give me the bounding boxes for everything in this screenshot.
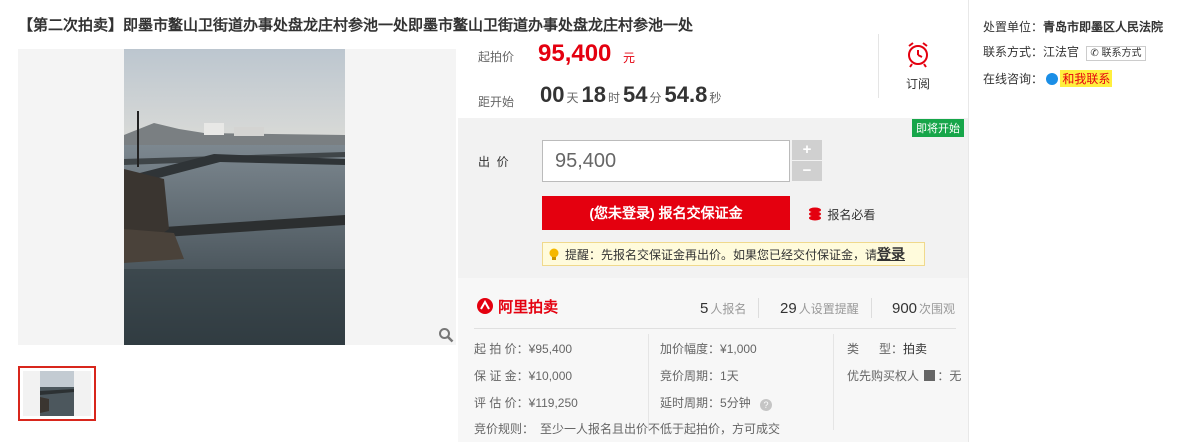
zoom-icon[interactable] <box>438 327 454 343</box>
price-panel: 起拍价 95,400 元 距开始 00 天 18 时 54 分 54.8 秒 订阅 <box>458 30 968 118</box>
coins-icon <box>808 207 827 222</box>
countdown-minutes: 54 <box>623 82 648 107</box>
start-price-label: 起拍价 <box>478 50 515 64</box>
login-tip: 提醒：先报名交保证金再出价。如果您已经交付保证金，请登录 <box>542 242 925 266</box>
alarm-clock-icon <box>905 42 931 71</box>
sidebar-label: 联系方式： <box>983 45 1044 59</box>
detail-label: 竞价规则： <box>474 422 535 436</box>
ali-auction-label: 阿里拍卖 <box>498 299 559 316</box>
chat-link[interactable]: 和我联系 <box>1060 70 1113 87</box>
priority-detail: 优先购买权人 ：无 <box>847 369 962 383</box>
delay-detail: 延时周期：5分钟 ? <box>660 394 773 411</box>
cycle-detail: 竞价周期：1天 <box>660 367 739 384</box>
detail-label: 评 估 价： <box>474 396 529 410</box>
court-name: 青岛市即墨区人民法院 <box>1043 20 1164 34</box>
must-read-label: 报名必看 <box>827 208 876 222</box>
start-price-detail: 起 拍 价：¥95,400 <box>474 340 572 357</box>
seller-sidebar: 处置单位：青岛市即墨区人民法院 联系方式：江法官 ✆ 联系方式 在线咨询： 和我… <box>968 0 1190 442</box>
views-label: 次围观 <box>919 302 956 316</box>
phone-icon: ✆ <box>1090 48 1099 59</box>
detail-label: 起 拍 价： <box>474 342 529 356</box>
divider <box>833 334 834 430</box>
lightbulb-icon <box>548 247 560 269</box>
countdown-label: 距开始 <box>478 95 515 109</box>
appraisal-detail: 评 估 价：¥119,250 <box>474 394 578 411</box>
detail-value: 1天 <box>720 369 739 383</box>
start-price-value: 95,400 <box>538 40 612 67</box>
detail-label: 保 证 金： <box>474 369 529 383</box>
chat-icon <box>1046 73 1059 85</box>
bid-label: 出 价 <box>478 155 509 169</box>
detail-value: 5分钟 <box>720 396 751 410</box>
contact-name: 江法官 <box>1043 45 1080 59</box>
main-photo <box>124 49 345 345</box>
help-icon[interactable]: ? <box>760 399 773 411</box>
detail-label: 类 型： <box>847 342 904 356</box>
reminders-label: 人设置提醒 <box>798 302 859 316</box>
contact-button[interactable]: ✆ 联系方式 <box>1086 46 1146 61</box>
login-link[interactable]: 登录 <box>877 246 905 262</box>
divider <box>878 34 879 98</box>
tip-text: 提醒：先报名交保证金再出价。如果您已经交付保证金，请 <box>565 248 878 262</box>
contact-button-label: 联系方式 <box>1101 48 1142 59</box>
sidebar-label: 处置单位： <box>983 20 1044 34</box>
detail-label: 优先购买权人 <box>847 369 920 383</box>
bid-panel: 即将开始 出 价 + − (您未登录) 报名交保证金 报名必看 提醒：先报名交保… <box>458 118 968 278</box>
divider <box>474 328 956 329</box>
info-icon[interactable] <box>924 370 936 381</box>
decrease-bid-button[interactable]: − <box>792 161 822 181</box>
reminders-number: 29 <box>780 300 797 317</box>
countdown-seconds: 54.8 <box>664 82 708 107</box>
countdown-hours-unit: 时 <box>607 91 620 105</box>
online-consult: 在线咨询： 和我联系 <box>983 70 1113 87</box>
detail-value: 拍卖 <box>903 342 928 356</box>
sidebar-label: 在线咨询： <box>983 72 1044 86</box>
registrations-count: 5 人报名 <box>700 300 746 317</box>
detail-label: 竞价周期： <box>660 369 721 383</box>
ali-auction-logo: 阿里拍卖 <box>476 296 558 317</box>
increment-detail: 加价幅度：¥1,000 <box>660 340 757 357</box>
countdown-seconds-unit: 秒 <box>709 91 722 105</box>
divider <box>871 298 872 318</box>
bid-input[interactable] <box>542 140 790 182</box>
deposit-detail: 保 证 金：¥10,000 <box>474 367 572 384</box>
ali-auction-icon <box>476 298 498 316</box>
detail-value: ¥1,000 <box>720 342 757 356</box>
registrations-number: 5 <box>700 300 709 317</box>
countdown-hours: 18 <box>581 82 606 107</box>
disposal-unit: 处置单位：青岛市即墨区人民法院 <box>983 18 1163 35</box>
main-image-viewer[interactable] <box>18 49 456 345</box>
divider <box>758 298 759 318</box>
countdown-timer: 00 天 18 时 54 分 54.8 秒 <box>540 82 724 108</box>
divider <box>648 334 649 430</box>
registrations-label: 人报名 <box>710 302 747 316</box>
detail-value: ¥119,250 <box>528 396 578 410</box>
detail-value: 至少一人报名且出价不低于起拍价，方可成交 <box>540 422 781 436</box>
increase-bid-button[interactable]: + <box>792 140 822 160</box>
type-detail: 类 型：拍卖 <box>847 340 927 357</box>
reminders-count: 29 人设置提醒 <box>780 300 859 317</box>
countdown-days: 00 <box>540 82 565 107</box>
detail-value: 无 <box>949 369 962 383</box>
views-count: 900 次围观 <box>892 300 955 317</box>
views-number: 900 <box>892 300 918 317</box>
detail-value: ¥10,000 <box>528 369 573 383</box>
countdown-minutes-unit: 分 <box>649 91 662 105</box>
thumbnail-image <box>23 371 91 416</box>
detail-value: ¥95,400 <box>528 342 573 356</box>
countdown-days-unit: 天 <box>566 91 579 105</box>
bidding-rule: 竞价规则： 至少一人报名且出价不低于起拍价，方可成交 <box>474 420 780 437</box>
price-unit: 元 <box>623 51 636 65</box>
auction-info-panel: 阿里拍卖 5 人报名 29 人设置提醒 900 次围观 起 拍 价：¥95,400 保… <box>458 278 968 442</box>
detail-label: 延时周期： <box>660 396 721 410</box>
must-read-link[interactable]: 报名必看 <box>808 206 875 223</box>
contact-info: 联系方式：江法官 ✆ 联系方式 <box>983 43 1146 61</box>
subscribe-label: 订阅 <box>905 77 930 91</box>
status-badge: 即将开始 <box>912 119 964 137</box>
subscribe-button[interactable]: 订阅 <box>898 40 938 92</box>
register-deposit-button[interactable]: (您未登录) 报名交保证金 <box>542 196 790 230</box>
thumbnail-1[interactable] <box>18 366 96 421</box>
detail-label: 加价幅度： <box>660 342 721 356</box>
